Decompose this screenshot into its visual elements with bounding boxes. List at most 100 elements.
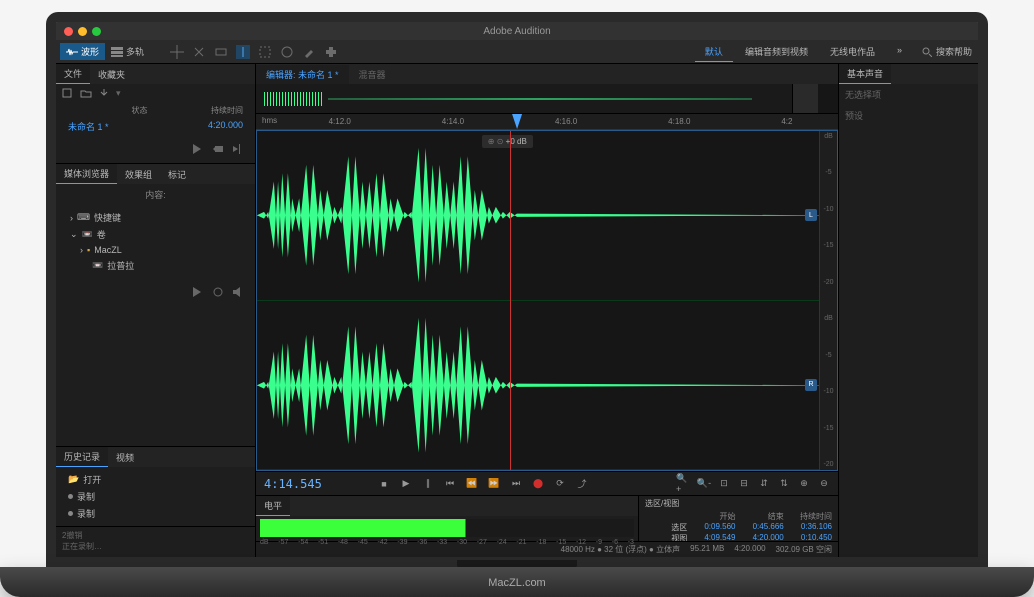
timeline-ruler[interactable]: hms 4:12.0 4:14.0 4:16.0 4:18.0 4:2	[256, 114, 838, 130]
pause-button[interactable]: ∥	[420, 476, 436, 492]
file-duration: 4:20.000	[208, 120, 243, 133]
tree-volumes[interactable]: ⌄📼卷	[66, 226, 245, 243]
tab-levels[interactable]: 电平	[256, 496, 290, 516]
stop-button[interactable]: ■	[376, 476, 392, 492]
sound-browser-icon[interactable]	[233, 287, 247, 297]
file-name: 未命名 1 *	[68, 120, 109, 133]
autoplay-icon[interactable]	[233, 144, 247, 154]
tree-shortcuts[interactable]: ›⌨快捷键	[66, 209, 245, 226]
zoom-in-point-icon[interactable]: ⊕	[796, 476, 812, 492]
history-open[interactable]: 📂打开	[62, 471, 249, 488]
loop-browser-icon[interactable]	[213, 287, 227, 297]
open-file-icon[interactable]	[80, 88, 92, 98]
help-search[interactable]: 搜索帮助	[922, 45, 972, 58]
workspace-radio[interactable]: 无线电作品	[820, 42, 885, 62]
content-label: 内容:	[62, 188, 249, 201]
tab-markers[interactable]: 标记	[160, 165, 194, 184]
loop-preview-icon[interactable]	[213, 144, 227, 154]
workspace-more[interactable]: »	[887, 42, 912, 62]
zoom-sel-icon[interactable]: ⊟	[736, 476, 752, 492]
loop-button[interactable]: ⟳	[552, 476, 568, 492]
no-selection-label: 无选择项	[845, 88, 972, 101]
tree-maczl[interactable]: ›▪MacZL	[66, 243, 245, 257]
heal-tool-icon[interactable]	[324, 45, 338, 59]
recording-status: 正在录制…	[62, 541, 249, 552]
play-browser-icon[interactable]	[193, 287, 207, 297]
next-button[interactable]: ⏭	[508, 476, 524, 492]
move-tool-icon[interactable]	[170, 45, 184, 59]
tab-video[interactable]: 视频	[108, 448, 142, 467]
main-toolbar: 波形 多轨 默认	[56, 40, 978, 64]
history-record-2[interactable]: 录制	[62, 505, 249, 522]
nav-cube-icon[interactable]	[792, 84, 818, 113]
zoom-out-icon[interactable]: 🔍-	[696, 476, 712, 492]
selection-view-panel: 选区/视图 开始结束持续时间 选区0:09.5600:45.6660:36.10…	[638, 496, 838, 541]
level-scale: dB-57-54-51-48-45-42-39-36-33-30-27-24-2…	[260, 539, 634, 546]
channel-badge-right[interactable]: R	[805, 379, 817, 391]
record-button[interactable]: ⬤	[530, 476, 546, 492]
minimize-icon[interactable]	[78, 27, 87, 36]
tab-essential-sound[interactable]: 基本声音	[839, 64, 891, 84]
brush-tool-icon[interactable]	[302, 45, 316, 59]
status-duration: 4:20.000	[734, 544, 765, 555]
channel-badge-left[interactable]: L	[805, 209, 817, 221]
time-select-tool-icon[interactable]	[236, 45, 250, 59]
search-icon	[922, 47, 932, 57]
playhead-line	[510, 131, 511, 470]
history-record-1[interactable]: 录制	[62, 488, 249, 505]
play-button[interactable]: ▶	[398, 476, 414, 492]
marquee-tool-icon[interactable]	[258, 45, 272, 59]
tab-history[interactable]: 历史记录	[56, 447, 108, 467]
sel-start[interactable]: 0:09.560	[693, 522, 735, 533]
tab-favorites[interactable]: 收藏夹	[90, 65, 133, 84]
prev-button[interactable]: ⏮	[442, 476, 458, 492]
col-status: 状态	[132, 105, 148, 116]
new-file-icon[interactable]	[62, 88, 74, 98]
zoom-out-point-icon[interactable]: ⊖	[816, 476, 832, 492]
preset-label: 预设	[845, 109, 972, 122]
import-icon[interactable]	[98, 88, 110, 98]
db-scale: dB -5 -10 -15 -20 dB -5 -10 -15 -20	[819, 131, 837, 470]
lasso-tool-icon[interactable]	[280, 45, 294, 59]
cut-tool-icon[interactable]	[192, 45, 206, 59]
play-preview-icon[interactable]	[193, 144, 207, 154]
waveform-mode-button[interactable]: 波形	[60, 43, 105, 60]
app-window: Adobe Audition 波形 多轨	[56, 22, 978, 557]
tab-editor[interactable]: 编辑器: 未命名 1 *	[256, 65, 349, 84]
tab-media-browser[interactable]: 媒体浏览器	[56, 164, 117, 184]
waveform-display[interactable]: ⊕ ⊙ +0 dB L	[256, 130, 838, 471]
workspace-edit-to-video[interactable]: 编辑音频到视频	[735, 42, 818, 62]
multitrack-mode-button[interactable]: 多轨	[105, 43, 150, 60]
rewind-button[interactable]: ⏪	[464, 476, 480, 492]
tab-mixer[interactable]: 混音器	[349, 65, 396, 84]
skip-button[interactable]: ⤴	[574, 476, 590, 492]
tree-lapla[interactable]: 📼拉普拉	[66, 257, 245, 274]
waveform-icon	[66, 47, 78, 57]
file-row[interactable]: 未命名 1 * 4:20.000	[62, 118, 249, 135]
forward-button[interactable]: ⏩	[486, 476, 502, 492]
channel-right: R	[257, 301, 819, 471]
status-disk: 302.09 GB 空闲	[776, 544, 832, 555]
zoom-in-icon[interactable]: 🔍+	[676, 476, 692, 492]
maximize-icon[interactable]	[92, 27, 101, 36]
close-icon[interactable]	[64, 27, 73, 36]
timecode-display[interactable]: 4:14.545	[256, 477, 366, 491]
sel-title: 选区/视图	[645, 498, 832, 509]
levels-panel: 电平 dB-57-54-51-48-45-42-39-36-33-30-27-2…	[256, 495, 838, 541]
audio-overview[interactable]	[256, 84, 838, 114]
zoom-out-v-icon[interactable]: ⇅	[776, 476, 792, 492]
slip-tool-icon[interactable]	[214, 45, 228, 59]
tab-effects-rack[interactable]: 效果组	[117, 165, 160, 184]
media-tree: ›⌨快捷键 ⌄📼卷 ›▪MacZL 📼拉普拉	[62, 205, 249, 278]
workspace-default[interactable]: 默认	[695, 42, 733, 62]
sel-end[interactable]: 0:45.666	[742, 522, 784, 533]
undo-count: 2撤销	[62, 530, 249, 541]
zoom-full-icon[interactable]: ⊡	[716, 476, 732, 492]
status-memory: 95.21 MB	[690, 544, 724, 555]
zoom-in-v-icon[interactable]: ⇵	[756, 476, 772, 492]
hud-toggle-icon[interactable]	[818, 84, 838, 113]
sel-dur[interactable]: 0:36.106	[790, 522, 832, 533]
tab-files[interactable]: 文件	[56, 64, 90, 84]
time-unit-label: hms	[256, 114, 283, 129]
window-controls	[56, 27, 101, 36]
